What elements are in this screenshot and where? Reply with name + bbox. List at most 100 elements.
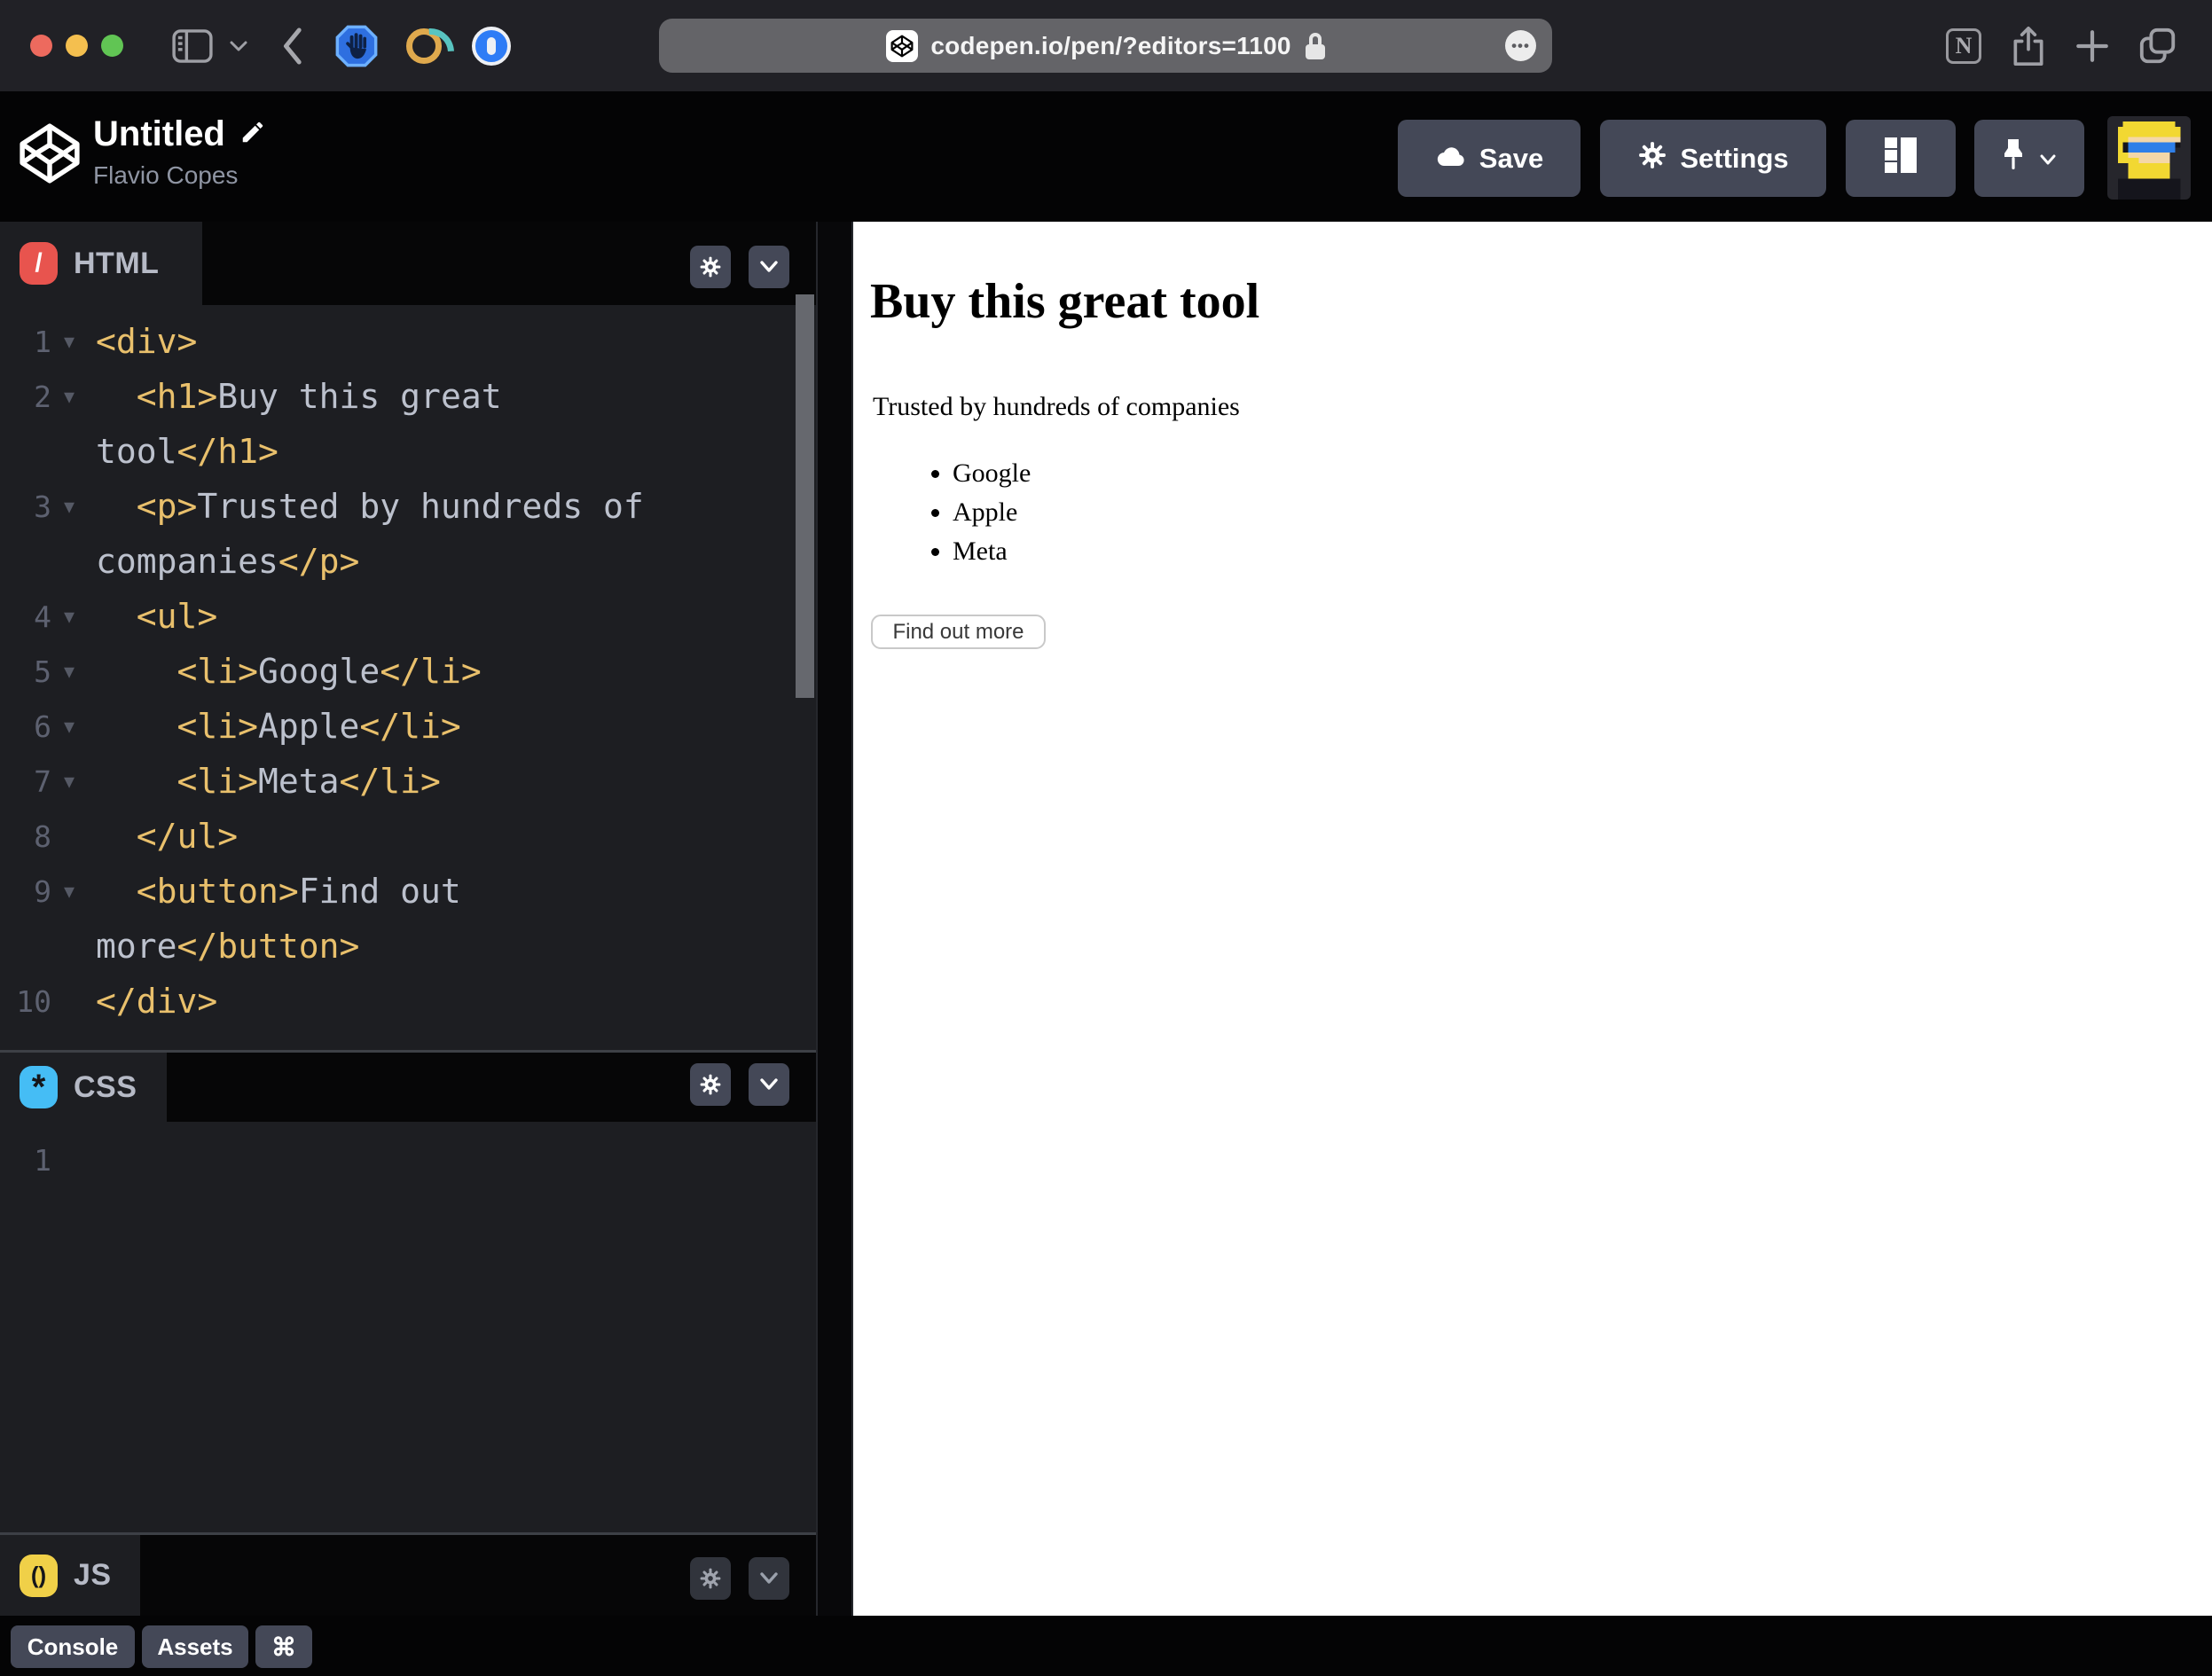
pin-icon <box>2001 137 2026 180</box>
close-window-button[interactable] <box>30 35 52 57</box>
code-line: 2 ▾ <h1>Buy this great <box>0 369 796 424</box>
js-panel-icon: () <box>20 1554 58 1597</box>
code-line: 5 ▾ <li>Google</li> <box>0 644 796 699</box>
avatar[interactable] <box>2107 116 2191 200</box>
code-text: <button>Find out <box>96 872 461 911</box>
code-line: 8 </ul> <box>0 809 796 864</box>
back-icon[interactable] <box>270 0 314 91</box>
fold-arrow-icon[interactable]: ▾ <box>51 714 96 740</box>
code-text: companies</p> <box>96 542 360 581</box>
preview-paragraph: Trusted by hundreds of companies <box>873 392 1240 421</box>
list-item: Apple <box>953 493 1031 532</box>
css-collapse-chevron-icon[interactable] <box>749 1063 789 1106</box>
css-panel-header: * CSS <box>0 1053 816 1122</box>
line-number: 1 <box>34 1142 51 1178</box>
address-bar[interactable]: codepen.io/pen/?editors=1100 ••• <box>659 19 1552 73</box>
html-panel-header: / HTML <box>0 222 816 305</box>
share-icon[interactable] <box>2003 0 2054 91</box>
code-line: 1 ▾ <div> <box>0 314 796 369</box>
onepassword-extension-icon[interactable] <box>467 0 516 91</box>
ring-extension-icon[interactable] <box>401 0 447 91</box>
html-collapse-chevron-icon[interactable] <box>749 246 789 288</box>
code-text: <ul> <box>96 597 218 636</box>
line-number: 7 <box>34 764 51 799</box>
find-out-more-button[interactable]: Find out more <box>871 615 1046 649</box>
minimize-window-button[interactable] <box>66 35 88 57</box>
fold-arrow-icon[interactable]: ▾ <box>51 329 96 355</box>
code-text: </div> <box>96 982 218 1021</box>
code-line: 9 ▾ <button>Find out <box>0 864 796 919</box>
pen-author[interactable]: Flavio Copes <box>93 161 266 190</box>
html-editor-scrollbar[interactable] <box>796 294 814 698</box>
css-code-editor[interactable]: 1 <box>0 1122 796 1187</box>
code-text: <div> <box>96 322 198 361</box>
fold-arrow-icon[interactable]: ▾ <box>51 384 96 410</box>
content-blocker-extension-icon[interactable] <box>332 0 381 91</box>
code-line: more</button> <box>0 919 796 974</box>
code-line: 3 ▾ <p>Trusted by hundreds of <box>0 479 796 534</box>
html-settings-gear-icon[interactable] <box>690 246 731 288</box>
code-text: <p>Trusted by hundreds of <box>96 487 644 526</box>
url-text: codepen.io/pen/?editors=1100 <box>930 31 1291 59</box>
html-code-editor[interactable]: 1 ▾ <div> 2 ▾ <h1>Buy this great tool</h1> 3 ▾ … <box>0 305 796 1029</box>
preview-pane: Buy this great tool Trusted by hundreds … <box>853 222 2212 1616</box>
html-tab-label: HTML <box>74 246 160 280</box>
code-text: more</button> <box>96 927 360 966</box>
fold-arrow-icon[interactable]: ▾ <box>51 604 96 630</box>
codepen-logo[interactable] <box>16 120 83 192</box>
code-line: 4 ▾ <ul> <box>0 589 796 644</box>
code-text: <li>Google</li> <box>96 652 482 691</box>
js-collapse-chevron-icon[interactable] <box>749 1557 789 1600</box>
css-tab-label: CSS <box>74 1069 137 1104</box>
line-number: 1 <box>34 324 51 359</box>
editor-preview-resizer[interactable] <box>816 222 853 1616</box>
fold-arrow-icon[interactable]: ▾ <box>51 879 96 905</box>
code-text: tool</h1> <box>96 432 278 471</box>
settings-button[interactable]: Settings <box>1600 120 1826 197</box>
code-text: <li>Apple</li> <box>96 707 461 746</box>
layout-icon <box>1883 136 1918 182</box>
js-panel-header: () JS <box>0 1535 816 1616</box>
fold-arrow-icon[interactable]: ▾ <box>51 769 96 795</box>
js-settings-gear-icon[interactable] <box>690 1557 731 1600</box>
fold-arrow-icon[interactable]: ▾ <box>51 494 96 520</box>
tabs-overview-icon[interactable] <box>2130 0 2185 91</box>
line-number: 2 <box>34 379 51 414</box>
page-more-icon[interactable]: ••• <box>1505 30 1536 61</box>
list-item: Google <box>953 454 1031 493</box>
command-icon[interactable]: ⌘ <box>255 1625 312 1668</box>
notion-extension-icon[interactable]: N <box>1938 0 1989 91</box>
edit-pencil-icon[interactable] <box>239 114 266 154</box>
html-panel-icon: / <box>20 242 58 285</box>
line-number: 8 <box>34 818 51 854</box>
code-line: tool</h1> <box>0 424 796 479</box>
lock-icon <box>1305 32 1325 59</box>
console-button[interactable]: Console <box>11 1625 135 1668</box>
pin-button[interactable] <box>1974 120 2084 197</box>
zoom-window-button[interactable] <box>101 35 123 57</box>
change-view-button[interactable] <box>1846 120 1956 197</box>
code-line: 6 ▾ <li>Apple</li> <box>0 699 796 754</box>
assets-button[interactable]: Assets <box>142 1625 248 1668</box>
fold-arrow-icon[interactable]: ▾ <box>51 659 96 685</box>
footer-bar: Console Assets ⌘ <box>0 1616 2212 1676</box>
js-tab-label: JS <box>74 1558 112 1592</box>
sidebar-toggle-icon[interactable] <box>165 0 220 91</box>
code-line: 7 ▾ <li>Meta</li> <box>0 754 796 809</box>
line-number: 9 <box>34 873 51 909</box>
css-settings-gear-icon[interactable] <box>690 1063 731 1106</box>
pen-title-block: Untitled Flavio Copes <box>93 114 266 190</box>
browser-toolbar: codepen.io/pen/?editors=1100 ••• N <box>0 0 2212 91</box>
save-button[interactable]: Save <box>1398 120 1581 197</box>
chevron-down-icon[interactable] <box>224 0 254 91</box>
codepen-header: Untitled Flavio Copes Save Settings <box>0 91 2212 222</box>
new-tab-icon[interactable] <box>2067 0 2118 91</box>
line-number: 6 <box>34 709 51 744</box>
tab-html[interactable]: / HTML <box>0 222 202 305</box>
line-number: 10 <box>16 983 51 1019</box>
code-text: </ul> <box>96 817 239 856</box>
tab-css[interactable]: * CSS <box>0 1053 167 1122</box>
code-line: 1 <box>0 1132 796 1187</box>
tab-js[interactable]: () JS <box>0 1535 140 1616</box>
pen-title: Untitled <box>93 114 225 153</box>
